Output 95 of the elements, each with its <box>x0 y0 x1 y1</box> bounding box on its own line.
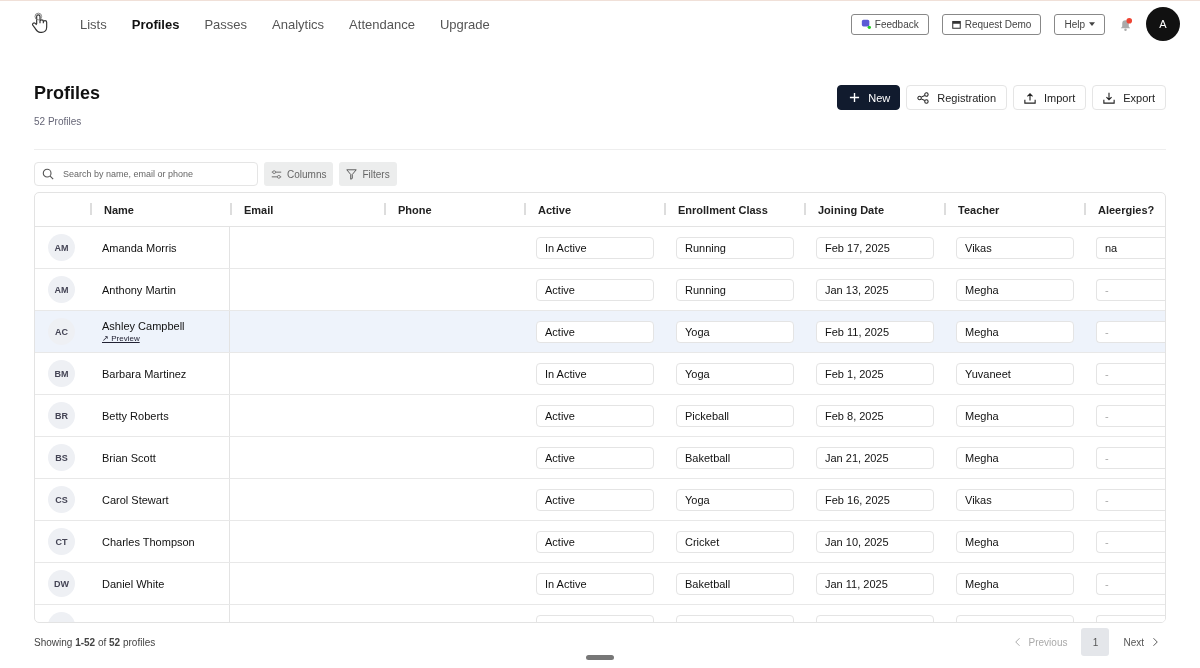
request-demo-button[interactable]: Request Demo <box>941 13 1042 35</box>
table-row[interactable]: BM Barbara Martinez In Active Yoga Feb 1, 2025 Yuvaneet - <box>35 353 1165 395</box>
initials-avatar: AC <box>48 318 75 345</box>
nav-link[interactable]: Attendance <box>349 16 415 32</box>
profile-name: Brian Scott <box>102 451 156 464</box>
user-avatar[interactable]: A <box>1146 7 1180 41</box>
cell-input[interactable]: Feb 17, 2025 <box>816 236 934 259</box>
column-header: Active <box>524 193 664 226</box>
profile-name: Barbara Martinez <box>102 367 187 380</box>
cell-input[interactable]: In Active <box>536 572 654 595</box>
page-button[interactable]: 1 <box>1081 628 1110 656</box>
cell-input[interactable]: Jan 13, 2025 <box>816 278 934 301</box>
cell-input[interactable]: Cricket <box>676 530 794 553</box>
column-header: Aleergies? <box>1084 193 1164 226</box>
preview-link[interactable]: ↗ Preview <box>102 334 185 343</box>
next-button[interactable]: Next <box>1115 636 1166 648</box>
cell-input[interactable]: Megha <box>956 530 1074 553</box>
cell-input[interactable]: Pickeball <box>676 404 794 427</box>
cell-input[interactable]: In Active <box>536 236 654 259</box>
cell-input[interactable]: Megha <box>956 320 1074 343</box>
initials-avatar: CT <box>48 528 75 555</box>
help-dropdown[interactable]: Help <box>1054 13 1105 35</box>
cell-input[interactable]: Feb 16, 2025 <box>816 488 934 511</box>
upload-button[interactable]: Import <box>1013 85 1087 110</box>
profile-name: Anthony Martin <box>102 283 176 296</box>
cell-input[interactable]: Feb 1, 2025 <box>816 362 934 385</box>
initials-avatar: BS <box>48 444 75 471</box>
table-row[interactable]: AC Ashley Campbell ↗ Preview Active Yoga Feb 11, 2025 Megha - <box>35 311 1165 353</box>
nav-link[interactable]: Upgrade <box>439 16 490 32</box>
filter-button[interactable]: Filters <box>339 162 397 186</box>
cell-input[interactable]: Active <box>536 530 654 553</box>
new-button[interactable]: New <box>837 85 901 110</box>
table-row[interactable]: AM Anthony Martin Active Running Jan 13, 2025 Megha - <box>35 269 1165 311</box>
profile-name: Betty Roberts <box>102 409 169 422</box>
share-button[interactable]: Registration <box>906 85 1007 110</box>
profile-name: Ashley Campbell <box>102 320 185 332</box>
cell-input[interactable]: Yoga <box>676 320 794 343</box>
initials-avatar: DW <box>48 570 75 597</box>
table-row[interactable]: BS Brian Scott Active Baketball Jan 21, 2025 Megha - <box>35 437 1165 479</box>
nav-link[interactable]: Analytics <box>272 16 325 32</box>
cell-input[interactable]: Active <box>536 278 654 301</box>
nav-link[interactable]: Lists <box>80 16 107 32</box>
cell-input[interactable]: Vikas <box>956 236 1074 259</box>
cell-input[interactable]: Megha <box>956 278 1074 301</box>
search-field[interactable]: Search by name, email or phone <box>34 162 258 186</box>
cell-input[interactable]: Running <box>676 236 794 259</box>
nav-link[interactable]: Profiles <box>131 16 180 32</box>
cell-input[interactable]: Yoga <box>676 362 794 385</box>
cell-input[interactable]: Running <box>676 278 794 301</box>
table-row[interactable]: CT Charles Thompson Active Cricket Jan 10, 2025 Megha - <box>35 521 1165 563</box>
cell-input[interactable]: Yoga <box>676 488 794 511</box>
cell-input[interactable]: Jan 11, 2025 <box>816 572 934 595</box>
profile-count: 52 Profiles <box>34 116 83 127</box>
cell-input[interactable]: Active <box>536 320 654 343</box>
initials-avatar: BR <box>48 402 75 429</box>
cell-input[interactable]: Megha <box>956 572 1074 595</box>
column-header: Email <box>230 193 384 226</box>
cell-input[interactable]: Active <box>536 404 654 427</box>
column-header: Name <box>90 193 230 226</box>
table-row[interactable]: BR Betty Roberts Active Pickeball Feb 8, 2025 Megha - <box>35 395 1165 437</box>
column-header: Enrollment Class <box>664 193 804 226</box>
table-row[interactable]: AM Amanda Morris In Active Running Feb 17, 2025 Vikas na <box>35 227 1165 269</box>
cell-input[interactable]: Baketball <box>676 572 794 595</box>
cell-input[interactable]: Feb 11, 2025 <box>816 320 934 343</box>
profile-name: Amanda Morris <box>102 241 177 254</box>
initials-avatar: AM <box>48 276 75 303</box>
cell-input[interactable]: Active <box>536 488 654 511</box>
column-header: Phone <box>384 193 524 226</box>
cell-input[interactable]: Vikas <box>956 488 1074 511</box>
profile-name: Daniel White <box>102 577 165 590</box>
cell-input[interactable]: In Active <box>536 362 654 385</box>
cell-input[interactable]: Megha <box>956 446 1074 469</box>
cell-input[interactable]: Active <box>536 446 654 469</box>
cell-input[interactable]: Megha <box>956 404 1074 427</box>
cell-input[interactable]: Yuvaneet <box>956 362 1074 385</box>
cell-input[interactable]: Jan 10, 2025 <box>816 530 934 553</box>
columns-button[interactable]: Columns <box>264 162 334 186</box>
profile-name: Charles Thompson <box>102 535 195 548</box>
table-row[interactable]: CS Carol Stewart Active Yoga Feb 16, 2025 Vikas - <box>35 479 1165 521</box>
page-title: Profiles <box>34 83 101 104</box>
initials-avatar: BM <box>48 360 75 387</box>
feedback-button[interactable]: Feedback <box>850 13 929 35</box>
cell-input[interactable]: na <box>1096 236 1165 259</box>
profile-name: Carol Stewart <box>102 493 169 506</box>
nav-link[interactable]: Passes <box>204 16 248 32</box>
initials-avatar: CS <box>48 486 75 513</box>
cell-input[interactable]: Baketball <box>676 446 794 469</box>
cell-input[interactable]: Feb 8, 2025 <box>816 404 934 427</box>
initials-avatar: AM <box>48 234 75 261</box>
download-button[interactable]: Export <box>1092 85 1166 110</box>
results-summary: Showing 1-52 of 52 profiles <box>34 636 156 648</box>
cell-input[interactable]: Jan 21, 2025 <box>816 446 934 469</box>
table-row[interactable]: DW Daniel White In Active Baketball Jan 11, 2025 Megha - <box>35 563 1165 605</box>
column-header: Joining Date <box>804 193 944 226</box>
column-header: Teacher <box>944 193 1084 226</box>
